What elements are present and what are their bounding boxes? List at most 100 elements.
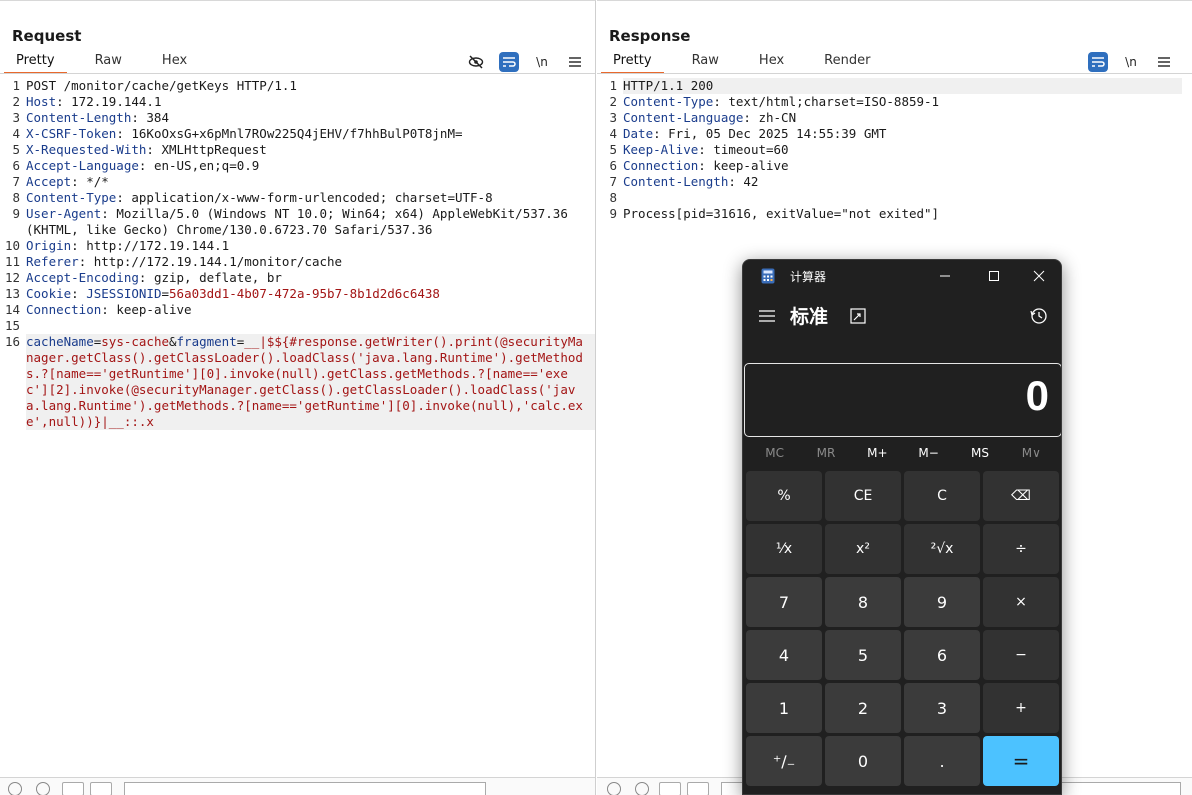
digit-6-key[interactable]: 6 — [904, 630, 980, 680]
calculator-window: 计算器 标准 0 MC MR M+ M− MS M∨ % CE C ⌫ ¹⁄x x² ²√x ÷ 7 8 9 ×… — [742, 259, 1062, 795]
percent-key[interactable]: % — [746, 471, 822, 521]
keep-on-top-icon[interactable] — [849, 307, 867, 325]
response-tabs: Pretty Raw Hex Render — [601, 50, 898, 74]
header-key: Accept-Encoding — [26, 270, 139, 285]
request-editor[interactable]: 1 POST /monitor/cache/getKeys HTTP/1.1 2 Ho… — [0, 78, 595, 775]
line-number: 15 — [4, 318, 20, 333]
clear-key[interactable]: C — [904, 471, 980, 521]
line-number: 7 — [12, 174, 20, 189]
code-line: 4 X-CSRF-Token: 16KoOxsG+x6pMnl7ROw225Q4j… — [0, 126, 595, 142]
line-content — [26, 318, 595, 334]
reciprocal-key[interactable]: ¹⁄x — [746, 524, 822, 574]
memory-button-4[interactable]: MS — [960, 446, 1000, 466]
close-button[interactable] — [1023, 264, 1055, 288]
wrap-lines-icon[interactable] — [1088, 52, 1108, 72]
square-root-key[interactable]: ²√x — [904, 524, 980, 574]
multiply-key[interactable]: × — [983, 577, 1059, 627]
forward-button[interactable] — [687, 782, 709, 795]
line-content: HTTP/1.1 200 — [623, 78, 1182, 94]
negate-key[interactable]: ⁺∕₋ — [746, 736, 822, 786]
calculator-display: 0 — [744, 363, 1061, 437]
response-tab-pretty[interactable]: Pretty — [601, 50, 664, 74]
line-content: Accept: */* — [26, 174, 595, 190]
calculator-keypad: % CE C ⌫ ¹⁄x x² ²√x ÷ 7 8 9 × 4 5 6− 1 2 3 + ⁺∕₋ 0. = — [746, 471, 1060, 786]
digit-8-key[interactable]: 8 — [825, 577, 901, 627]
decimal-key[interactable]: . — [904, 736, 980, 786]
forward-button[interactable] — [90, 782, 112, 795]
maximize-button[interactable] — [978, 264, 1010, 288]
header-key: Connection — [26, 302, 102, 317]
memory-button-2[interactable]: M+ — [857, 446, 897, 466]
subtract-key[interactable]: − — [983, 630, 1059, 680]
memory-button-3[interactable]: M− — [909, 446, 949, 466]
line-content: POST /monitor/cache/getKeys HTTP/1.1 — [26, 78, 595, 94]
digit-0-key[interactable]: 0 — [825, 736, 901, 786]
newline-icon[interactable]: \n — [532, 52, 552, 72]
equals-key[interactable]: = — [983, 736, 1059, 786]
line-number: 14 — [4, 302, 20, 317]
navigation-menu-icon[interactable] — [757, 306, 777, 326]
response-tab-raw[interactable]: Raw — [680, 50, 731, 74]
text-segment: : 16KoOxsG+x6pMnl7ROw225Q4jEHV/f7hhBulP0… — [116, 126, 463, 141]
code-line: 7 Content-Length: 42 — [597, 174, 1182, 190]
request-tab-pretty[interactable]: Pretty — [4, 50, 67, 74]
digit-2-key[interactable]: 2 — [825, 683, 901, 733]
text-segment: & — [169, 334, 177, 349]
square-key[interactable]: x² — [825, 524, 901, 574]
newline-icon[interactable]: \n — [1121, 52, 1141, 72]
request-tab-hex[interactable]: Hex — [150, 50, 199, 74]
memory-button-1[interactable]: MR — [806, 446, 846, 466]
param-key: fragment — [176, 334, 237, 349]
close-icon — [1033, 270, 1045, 282]
request-tab-raw[interactable]: Raw — [83, 50, 134, 74]
gear-icon[interactable] — [635, 782, 649, 795]
header-key: Content-Type — [623, 94, 714, 109]
clear-entry-key[interactable]: CE — [825, 471, 901, 521]
param-key: cacheName — [26, 334, 94, 349]
digit-4-key[interactable]: 4 — [746, 630, 822, 680]
back-button[interactable] — [659, 782, 681, 795]
line-content: User-Agent: Mozilla/5.0 (Windows NT 10.0… — [26, 206, 595, 238]
history-icon[interactable] — [1029, 306, 1049, 326]
code-line: 5 X-Requested-With: XMLHttpRequest — [0, 142, 595, 158]
back-button[interactable] — [62, 782, 84, 795]
divide-key[interactable]: ÷ — [983, 524, 1059, 574]
digit-5-key[interactable]: 5 — [825, 630, 901, 680]
digit-9-key[interactable]: 9 — [904, 577, 980, 627]
wrap-lines-icon[interactable] — [499, 52, 519, 72]
search-input[interactable] — [124, 782, 486, 795]
help-icon[interactable] — [8, 782, 22, 795]
response-tab-hex[interactable]: Hex — [747, 50, 796, 74]
memory-button-0[interactable]: MC — [755, 446, 795, 466]
line-content: Content-Language: zh-CN — [623, 110, 1182, 126]
response-tab-render[interactable]: Render — [812, 50, 882, 74]
hamburger-menu-icon[interactable] — [1154, 52, 1174, 72]
text-segment: : text/html;charset=ISO-8859-1 — [713, 94, 940, 109]
text-segment: : keep-alive — [698, 158, 789, 173]
minimize-icon — [940, 275, 950, 277]
digit-7-key[interactable]: 7 — [746, 577, 822, 627]
header-key: X-CSRF-Token — [26, 126, 117, 141]
code-line: 8 Content-Type: application/x-www-form-ur… — [0, 190, 595, 206]
digit-3-key[interactable]: 3 — [904, 683, 980, 733]
help-icon[interactable] — [607, 782, 621, 795]
minimize-button[interactable] — [929, 264, 961, 288]
line-number: 8 — [609, 190, 617, 205]
add-key[interactable]: + — [983, 683, 1059, 733]
text-segment: = — [161, 286, 170, 301]
code-line: 3 Content-Language: zh-CN — [597, 110, 1182, 126]
header-key: Content-Language — [623, 110, 744, 125]
hamburger-menu-icon[interactable] — [565, 52, 585, 72]
calculator-titlebar[interactable]: 计算器 — [743, 260, 1061, 292]
text-segment: : application/x-www-form-urlencoded; cha… — [116, 190, 493, 205]
gear-icon[interactable] — [36, 782, 50, 795]
response-toolbar: \n — [1088, 52, 1174, 72]
digit-1-key[interactable]: 1 — [746, 683, 822, 733]
memory-button-5[interactable]: M∨ — [1011, 446, 1051, 466]
header-key: Accept — [26, 174, 72, 189]
backspace-key[interactable]: ⌫ — [983, 471, 1059, 521]
text-segment: : zh-CN — [743, 110, 797, 125]
text-segment: : — [71, 286, 87, 301]
eye-slash-icon[interactable] — [466, 52, 486, 72]
line-content: Content-Type: application/x-www-form-url… — [26, 190, 595, 206]
